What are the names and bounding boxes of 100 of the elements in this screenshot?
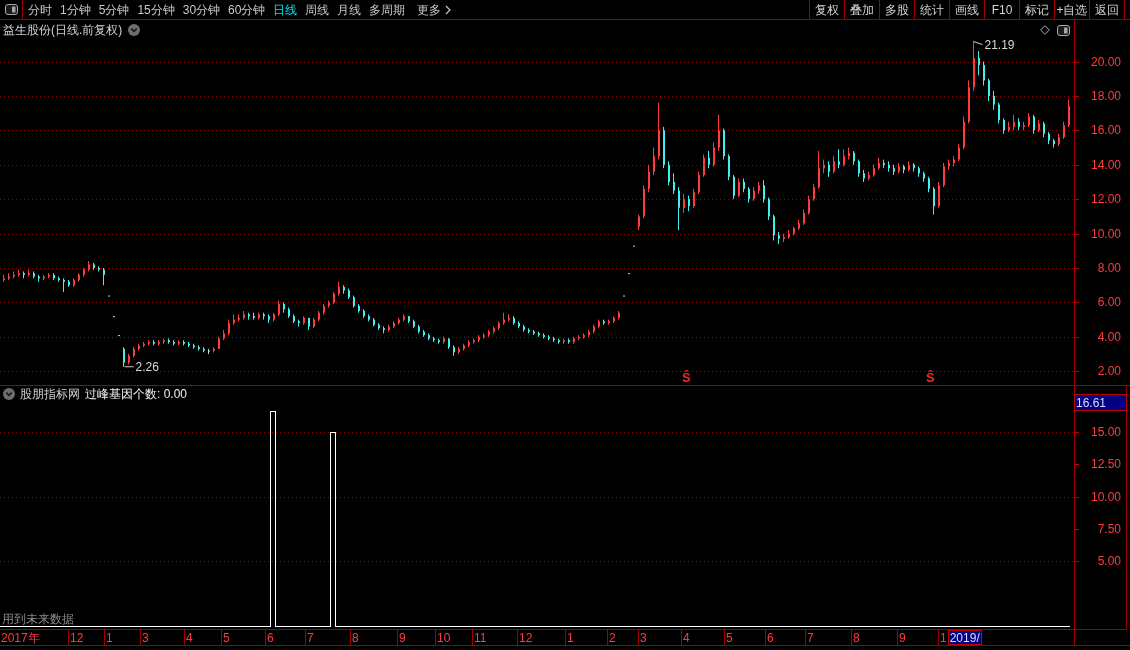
axis-tick-label: 16.00 bbox=[1090, 123, 1121, 138]
period-tab[interactable]: 60分钟 bbox=[224, 0, 270, 19]
period-tab[interactable]: 15分钟 bbox=[133, 0, 179, 19]
chevron-right-icon bbox=[445, 4, 452, 15]
candlestick bbox=[978, 50, 980, 76]
date-axis-label: 2017年 bbox=[0, 630, 41, 645]
candlestick bbox=[123, 346, 125, 368]
date-axis-label: 6 bbox=[265, 630, 305, 645]
date-axis-label: 9 bbox=[897, 630, 938, 645]
candlestick bbox=[678, 186, 680, 231]
period-tab[interactable]: 1分钟 bbox=[56, 0, 95, 19]
toolbar-button[interactable]: F10 bbox=[984, 0, 1019, 19]
axis-tick-label: 20.00 bbox=[1090, 54, 1121, 69]
candlestick bbox=[768, 196, 770, 221]
period-tab[interactable]: 5分钟 bbox=[94, 0, 134, 19]
candlestick bbox=[1033, 114, 1035, 135]
candlestick bbox=[763, 179, 765, 204]
indicator-source: 股朋指标网 bbox=[20, 388, 80, 400]
date-axis-label: 8 bbox=[350, 630, 397, 645]
toolbar-button[interactable]: 统计 bbox=[914, 0, 949, 19]
max-price-label: 21.19 bbox=[984, 40, 1015, 53]
date-axis-label: 5 bbox=[221, 630, 265, 645]
axis-tick-label: 8.00 bbox=[1097, 261, 1121, 275]
candlestick bbox=[733, 174, 735, 200]
panel-toggle-icon bbox=[1057, 24, 1070, 36]
toolbar-button[interactable]: 返回 bbox=[1089, 0, 1124, 19]
candlestick bbox=[838, 148, 840, 169]
candlestick bbox=[698, 171, 700, 195]
candlestick bbox=[668, 160, 670, 186]
date-axis-label: 1 bbox=[565, 630, 607, 645]
panel-icon bbox=[4, 4, 18, 15]
candlestick bbox=[703, 153, 705, 178]
candlestick bbox=[808, 195, 810, 216]
axis-tick-label: 2.00 bbox=[1097, 364, 1121, 379]
date-axis-label: 10 bbox=[435, 630, 472, 645]
candlestick bbox=[943, 162, 945, 188]
toolbar-button[interactable]: 复权 bbox=[809, 0, 844, 19]
candlestick bbox=[773, 214, 775, 241]
candlestick bbox=[993, 90, 995, 111]
candlestick bbox=[693, 188, 695, 209]
toolbar-button[interactable]: 画线 bbox=[949, 0, 984, 19]
diamond-icon[interactable] bbox=[1040, 25, 1050, 35]
date-axis-label: 7 bbox=[805, 630, 851, 645]
date-axis-label: 5 bbox=[724, 630, 765, 645]
candlestick bbox=[1068, 98, 1070, 128]
toolbar-button[interactable]: +自选 bbox=[1054, 0, 1089, 19]
candlestick bbox=[938, 181, 940, 209]
axis-tick-label: 12.00 bbox=[1090, 192, 1121, 207]
period-tab[interactable]: 日线 bbox=[269, 0, 302, 19]
future-data-note: 用到未来数据 bbox=[2, 613, 74, 625]
chart-title: 益生股份(日线.前复权) bbox=[3, 24, 123, 36]
date-axis-label: 2019/ bbox=[947, 630, 982, 645]
axis-tick-label: 6.00 bbox=[1097, 295, 1121, 310]
date-axis-label: 12 bbox=[517, 630, 565, 645]
candlestick bbox=[998, 102, 1000, 124]
axis-tick-label: 18.00 bbox=[1090, 88, 1121, 103]
axis-tick-label: 7.50 bbox=[1097, 521, 1121, 536]
date-axis-label: 3 bbox=[140, 630, 184, 645]
date-axis-label: 8 bbox=[851, 630, 897, 645]
date-axis-label: 4 bbox=[681, 630, 724, 645]
axis-tick-label: 10.00 bbox=[1090, 226, 1121, 241]
candlestick bbox=[988, 78, 990, 102]
toolbar-button[interactable]: 标记 bbox=[1019, 0, 1054, 19]
toolbar-button[interactable]: 多股 bbox=[879, 0, 914, 19]
period-tab[interactable]: 月线 bbox=[333, 0, 366, 19]
date-axis-label: 11 bbox=[472, 630, 517, 645]
axis-tick-label: 4.00 bbox=[1097, 329, 1121, 344]
period-tab[interactable]: 分时 bbox=[24, 0, 56, 19]
toolbar-button[interactable]: 叠加 bbox=[844, 0, 879, 19]
candlestick bbox=[713, 141, 715, 167]
date-axis-label: 6 bbox=[765, 630, 805, 645]
date-axis-label: 2 bbox=[607, 630, 638, 645]
date-axis-label: 9 bbox=[397, 630, 435, 645]
chevron-down-icon[interactable] bbox=[128, 24, 141, 36]
axis-value-box: 16.61 bbox=[1074, 394, 1127, 411]
candlestick bbox=[653, 147, 655, 176]
candlestick bbox=[818, 150, 820, 190]
more-button[interactable]: 更多 bbox=[413, 0, 456, 19]
period-tab[interactable]: 周线 bbox=[301, 0, 334, 19]
candlestick bbox=[673, 172, 675, 195]
candlestick bbox=[738, 178, 740, 198]
candlestick bbox=[983, 61, 985, 87]
date-axis-label: 1 bbox=[104, 630, 140, 645]
candlestick bbox=[648, 164, 650, 193]
axis-tick-label: 12.50 bbox=[1090, 457, 1121, 472]
date-axis-label: 3 bbox=[638, 630, 681, 645]
period-tab[interactable]: 30分钟 bbox=[178, 0, 225, 19]
chevron-down-icon[interactable] bbox=[3, 388, 15, 400]
candlestick bbox=[933, 186, 935, 216]
indicator-reading: 过峰基因个数: 0.00 bbox=[85, 388, 188, 400]
candlestick bbox=[718, 114, 720, 152]
date-axis-label: 7 bbox=[305, 630, 350, 645]
candlestick bbox=[728, 153, 730, 181]
period-tab[interactable]: 多周期 bbox=[365, 0, 410, 19]
date-axis-label: 4 bbox=[184, 630, 221, 645]
date-axis-label: 12 bbox=[68, 630, 104, 645]
axis-tick-label: 10.00 bbox=[1090, 489, 1121, 504]
axis-tick-label: 14.00 bbox=[1090, 157, 1121, 172]
date-axis-label: 1 bbox=[938, 630, 948, 645]
min-price-label: 2.26 bbox=[135, 359, 159, 374]
